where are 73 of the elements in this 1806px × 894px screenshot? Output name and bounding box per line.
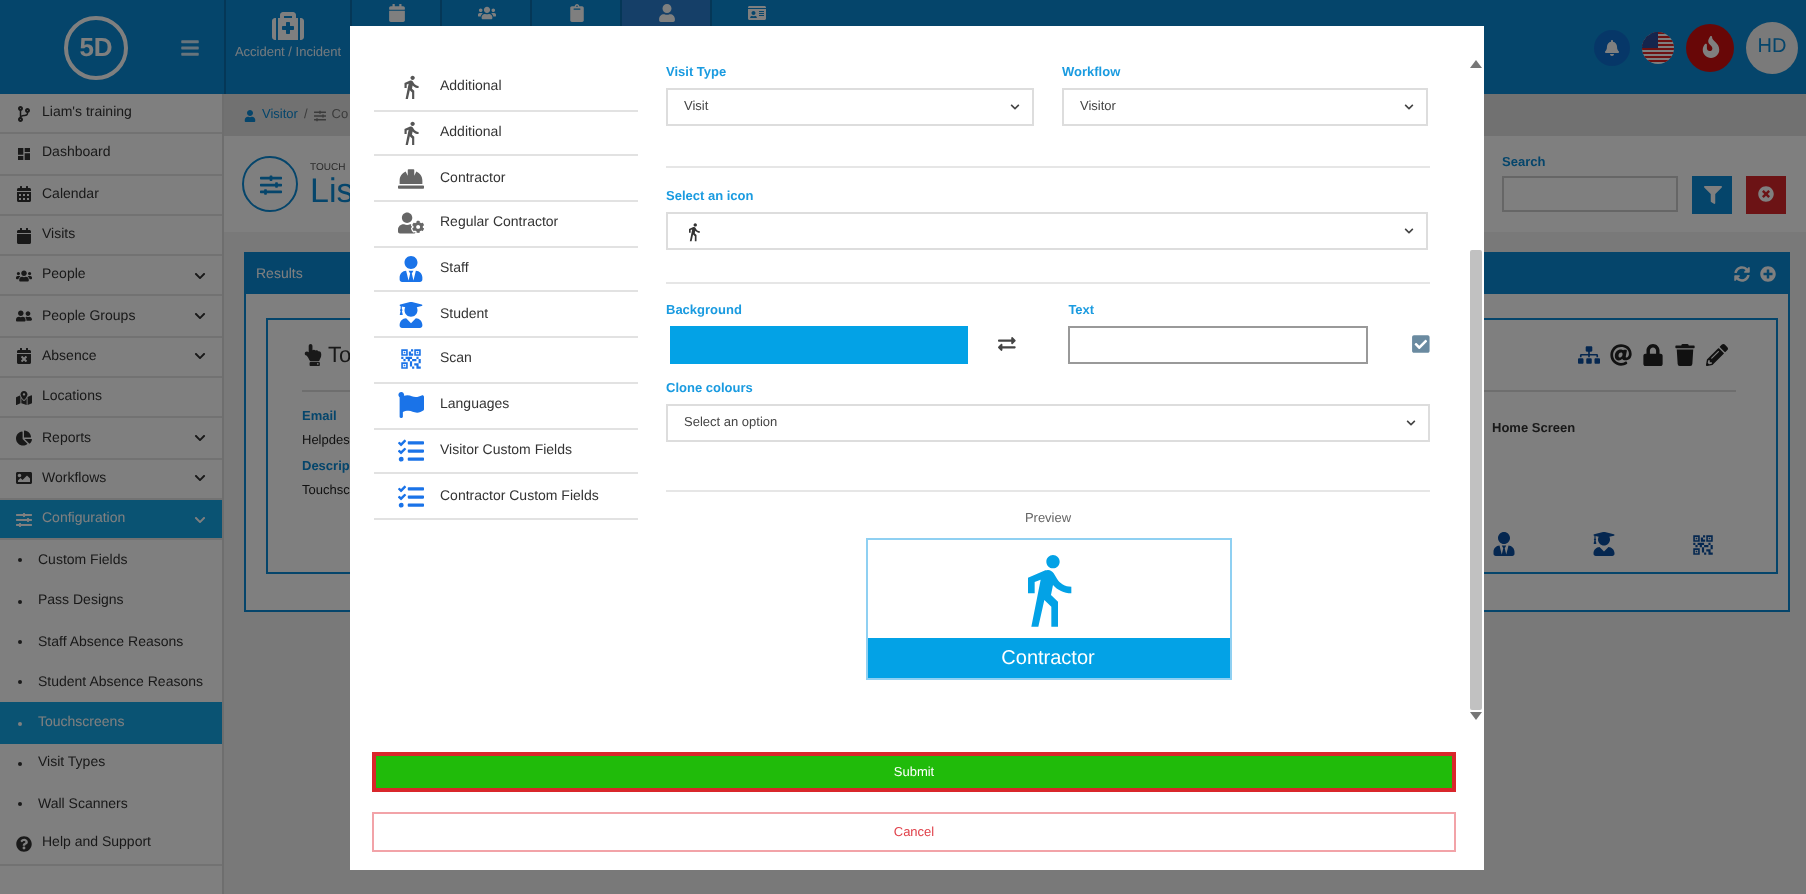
flag-icon (398, 392, 424, 419)
branch-icon (16, 105, 32, 122)
swap-icon[interactable] (998, 334, 1017, 354)
chevron-icon (1404, 102, 1414, 112)
qr-code-icon (1690, 532, 1716, 558)
hand-pointer-icon (302, 344, 324, 366)
help-icon (16, 835, 32, 852)
checklist-icon (398, 437, 424, 464)
pie-chart-icon (16, 430, 32, 447)
card-title: To (328, 343, 352, 367)
hard-hat-icon (398, 165, 424, 192)
qr-code-icon (398, 346, 424, 373)
sitemap-icon[interactable] (1578, 344, 1600, 366)
calendar-icon (16, 227, 32, 244)
chevron-icon (1010, 102, 1020, 112)
medkit-icon (272, 10, 304, 42)
scrollbar-thumb[interactable] (1470, 250, 1482, 710)
bell-icon (1604, 39, 1620, 55)
at-icon[interactable] (1610, 344, 1632, 366)
checkbox[interactable] (1412, 334, 1431, 354)
trash-icon[interactable] (1674, 344, 1696, 366)
alert-button[interactable] (1686, 23, 1734, 71)
chevron-icon (194, 513, 206, 526)
sliders-icon (313, 109, 326, 121)
edit-icon[interactable] (1706, 344, 1728, 366)
user-icon (398, 256, 424, 283)
chevron-icon (194, 310, 206, 323)
filter-icon (1703, 185, 1721, 203)
dashboard-icon (16, 145, 32, 162)
lock-icon[interactable] (1642, 344, 1664, 366)
add-icon[interactable] (1760, 266, 1776, 282)
people-icon (16, 267, 32, 284)
scroll-down-icon[interactable] (1470, 712, 1482, 720)
flag-icon[interactable] (1642, 31, 1674, 63)
close-icon (1758, 186, 1774, 202)
graduate-icon (1591, 532, 1615, 556)
settings-list-icon (242, 156, 298, 212)
calendar-icon (387, 4, 405, 22)
background-color-swatch[interactable] (670, 326, 968, 364)
notification-button[interactable] (1594, 29, 1630, 65)
chevron-icon (1404, 226, 1414, 236)
refresh-icon[interactable] (1734, 266, 1750, 282)
filter-button[interactable] (1692, 175, 1732, 213)
search-field[interactable] (1502, 176, 1678, 212)
id-card-icon (747, 4, 765, 22)
graduate-icon (398, 301, 424, 328)
flame-icon (1699, 36, 1721, 58)
calendar-icon (16, 348, 32, 365)
chevron-icon (194, 432, 206, 445)
chevron-icon (1406, 418, 1416, 428)
map-icon (16, 389, 32, 406)
chevron-icon (194, 472, 206, 485)
menu-icon[interactable] (180, 37, 200, 57)
clear-button[interactable] (1746, 175, 1786, 213)
calendar-icon (16, 186, 32, 203)
people-icon (477, 4, 495, 22)
text-color-field[interactable] (1068, 326, 1369, 364)
walking-person-icon (684, 221, 704, 241)
chevron-icon (194, 269, 206, 282)
user-icon (1492, 532, 1516, 556)
sliders-icon (16, 511, 32, 528)
user-icon (244, 109, 256, 121)
user-gear-icon (398, 210, 424, 237)
scroll-up-icon[interactable] (1470, 60, 1482, 68)
clipboard-icon (567, 4, 585, 22)
user-icon (657, 4, 675, 22)
chevron-icon (194, 350, 206, 363)
logo: 5D (64, 15, 128, 79)
preview-name: Contractor (867, 638, 1229, 678)
user-avatar[interactable]: HD (1746, 21, 1798, 73)
checklist-icon (398, 483, 424, 510)
image-icon (16, 470, 32, 487)
people-icon (16, 308, 32, 325)
